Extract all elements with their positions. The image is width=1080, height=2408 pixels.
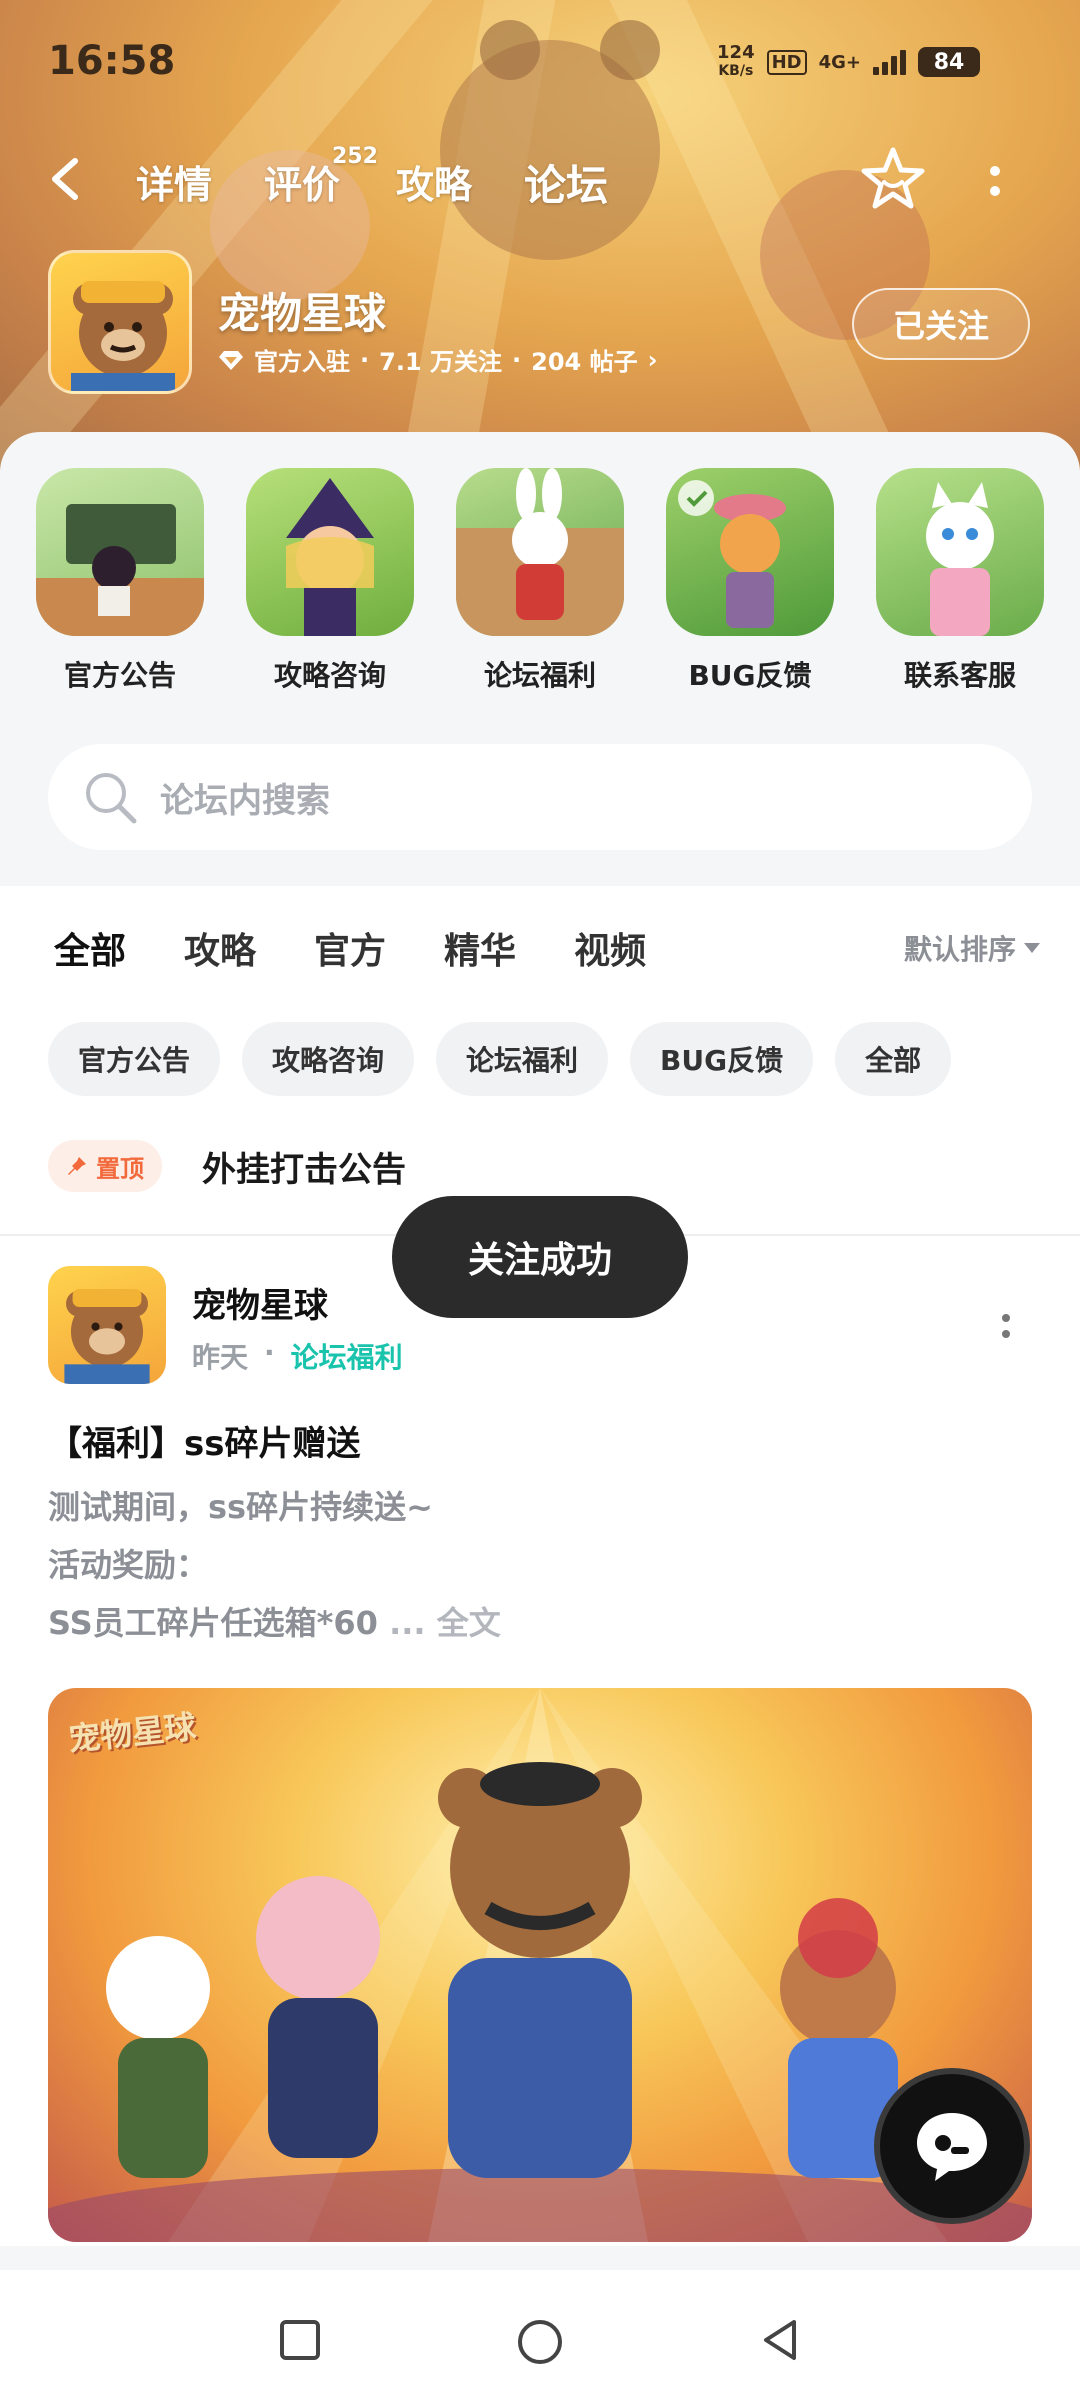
more-menu-button[interactable] bbox=[980, 156, 1010, 206]
pinned-badge: 置顶 bbox=[48, 1140, 162, 1192]
read-more-link[interactable]: 全文 bbox=[437, 1604, 501, 1642]
feed-tab-video[interactable]: 视频 bbox=[574, 922, 646, 974]
tab-reviews[interactable]: 评价 252 bbox=[264, 144, 378, 209]
recent-apps-icon[interactable] bbox=[276, 2316, 324, 2364]
signal-icon bbox=[873, 49, 906, 75]
post-meta: 昨天 · 论坛福利 bbox=[192, 1336, 403, 1376]
category-forum-benefits[interactable]: 论坛福利 bbox=[454, 468, 626, 694]
category-shortcuts: 官方公告 攻略咨询 论坛福利 BUG反馈 联系客服 bbox=[0, 468, 1080, 708]
feed-tab-all[interactable]: 全部 bbox=[54, 922, 127, 978]
status-time: 16:58 bbox=[48, 38, 176, 84]
chip-official-notice[interactable]: 官方公告 bbox=[48, 1022, 221, 1096]
post-tag[interactable]: 论坛福利 bbox=[291, 1336, 403, 1376]
chip-guide-consult[interactable]: 攻略咨询 bbox=[242, 1022, 415, 1096]
tab-details[interactable]: 详情 bbox=[136, 154, 212, 209]
contact-support-icon bbox=[926, 482, 994, 636]
official-notice-icon bbox=[36, 504, 204, 636]
chip-all[interactable]: 全部 bbox=[835, 1022, 952, 1096]
game-header-banner: 16:58 124 KB/s HD 4G+ 84 详情 评价 252 攻略 论坛 bbox=[0, 0, 1080, 470]
pinned-title: 外挂打击公告 bbox=[202, 1149, 406, 1190]
chat-bubble-icon bbox=[917, 2113, 987, 2181]
category-guide-consult[interactable]: 攻略咨询 bbox=[244, 468, 416, 694]
forum-search-input[interactable]: 论坛内搜索 bbox=[48, 744, 1032, 850]
game-info: 宠物星球 官方入驻 · 7.1 万关注 · 204 帖子 › 已关注 bbox=[0, 250, 1080, 400]
author-avatar[interactable] bbox=[48, 1266, 166, 1384]
post-more-button[interactable] bbox=[994, 1306, 1018, 1346]
net-speed: 124 KB/s bbox=[717, 42, 755, 80]
tab-guides[interactable]: 攻略 bbox=[396, 154, 472, 209]
game-logo bbox=[48, 250, 192, 394]
bug-report-icon bbox=[678, 480, 786, 628]
dropdown-arrow-icon bbox=[1024, 943, 1040, 953]
reviews-count: 252 bbox=[332, 144, 378, 169]
feed-tab-guides[interactable]: 攻略 bbox=[184, 922, 256, 974]
back-button[interactable] bbox=[40, 154, 90, 204]
search-icon bbox=[86, 773, 137, 824]
post-body: 测试期间，ss碎片持续送~ 活动奖励： SS员工碎片任选箱*60 ... 全文 bbox=[48, 1488, 501, 1642]
hd-icon: HD bbox=[766, 49, 807, 75]
feed-tabs: 全部 攻略 官方 精华 视频 bbox=[54, 922, 646, 978]
top-nav: 详情 评价 252 攻略 论坛 bbox=[0, 140, 1080, 220]
author-name[interactable]: 宠物星球 bbox=[192, 1278, 328, 1327]
forum-feed: 全部 攻略 官方 精华 视频 默认排序 官方公告 攻略咨询 论坛福利 BUG反馈… bbox=[0, 886, 1080, 2246]
sort-dropdown[interactable]: 默认排序 bbox=[904, 928, 1040, 968]
game-meta[interactable]: 官方入驻 · 7.1 万关注 · 204 帖子 › bbox=[218, 342, 657, 377]
chat-fab-button[interactable] bbox=[874, 2068, 1030, 2224]
back-arrow-icon bbox=[52, 158, 78, 200]
battery-icon: 84 bbox=[918, 47, 980, 77]
system-nav-bar bbox=[0, 2270, 1080, 2408]
forum-benefits-icon bbox=[456, 468, 624, 636]
favorite-star-icon[interactable] bbox=[858, 144, 928, 214]
post-time: 昨天 bbox=[192, 1341, 249, 1374]
chevron-right-icon: › bbox=[647, 345, 658, 374]
follow-button[interactable]: 已关注 bbox=[852, 288, 1030, 360]
chip-bug-report[interactable]: BUG反馈 bbox=[630, 1022, 814, 1096]
pinned-post[interactable]: 置顶 外挂打击公告 bbox=[48, 1140, 406, 1192]
back-nav-icon[interactable] bbox=[756, 2316, 804, 2364]
official-badge-icon bbox=[219, 350, 243, 370]
category-contact-support[interactable]: 联系客服 bbox=[874, 468, 1046, 694]
toast-message: 关注成功 bbox=[392, 1196, 688, 1318]
feed-tab-official[interactable]: 官方 bbox=[314, 922, 386, 974]
guide-consult-icon bbox=[286, 478, 374, 636]
search-placeholder: 论坛内搜索 bbox=[160, 780, 330, 821]
network-label: 4G+ bbox=[818, 51, 861, 73]
pin-icon bbox=[68, 1157, 86, 1175]
game-title: 宠物星球 bbox=[218, 289, 387, 338]
home-icon[interactable] bbox=[514, 2316, 566, 2368]
status-bar: 16:58 124 KB/s HD 4G+ 84 bbox=[0, 0, 1080, 120]
filter-chips: 官方公告 攻略咨询 论坛福利 BUG反馈 全部 bbox=[48, 1022, 952, 1096]
chip-forum-benefits[interactable]: 论坛福利 bbox=[436, 1022, 609, 1096]
post-title: 【福利】ss碎片赠送 bbox=[48, 1424, 361, 1464]
tab-forum[interactable]: 论坛 bbox=[524, 152, 609, 215]
category-official-notice[interactable]: 官方公告 bbox=[34, 468, 206, 694]
feed-tab-featured[interactable]: 精华 bbox=[444, 922, 516, 974]
category-bug-report[interactable]: BUG反馈 bbox=[664, 468, 836, 694]
